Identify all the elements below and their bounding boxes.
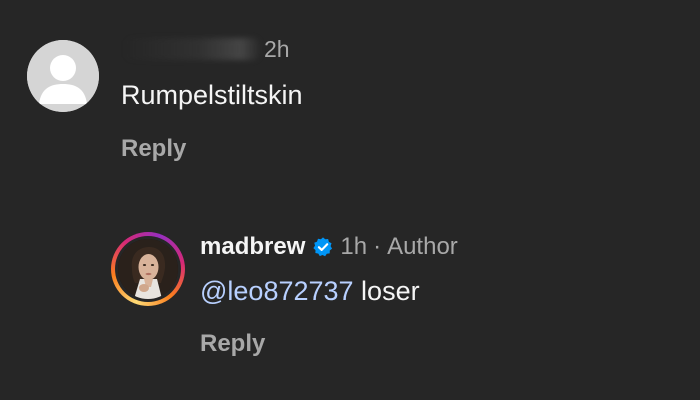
reply-text: @leo872737 loser — [200, 276, 420, 307]
comment-meta: 2h — [122, 36, 290, 63]
comment-time: 2h — [264, 36, 290, 62]
reply-text-content: loser — [353, 276, 420, 306]
avatar[interactable] — [118, 239, 178, 299]
meta-separator: · — [373, 233, 382, 260]
reply-time: 1h — [340, 233, 368, 260]
reply-button[interactable]: Reply — [200, 330, 265, 358]
verified-badge-icon — [312, 236, 334, 258]
default-avatar-icon[interactable] — [27, 40, 99, 112]
comment-text: Rumpelstiltskin — [121, 80, 303, 110]
comment: 2h Rumpelstiltskin Reply — [0, 0, 700, 200]
reply-meta: madbrew 1h · Author — [200, 233, 458, 261]
author-label: Author — [387, 233, 458, 260]
story-ring[interactable] — [111, 232, 185, 306]
blurred-username — [122, 38, 262, 60]
username[interactable]: madbrew — [200, 233, 305, 261]
reply-button[interactable]: Reply — [121, 135, 186, 163]
mention-link[interactable]: @leo872737 — [200, 276, 354, 306]
